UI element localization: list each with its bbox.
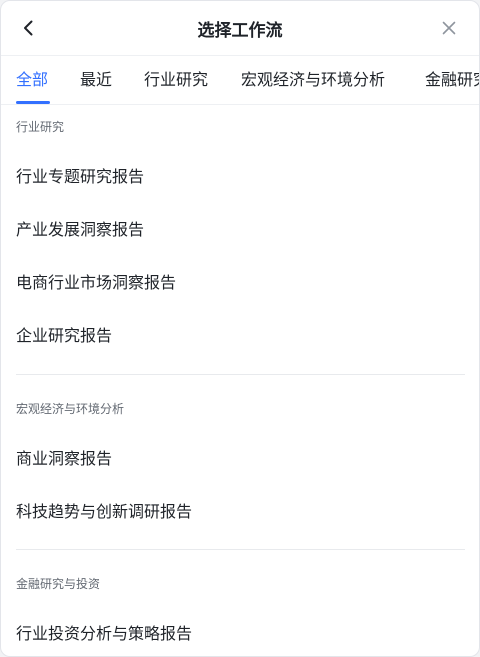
section-industry-research: 行业研究 xyxy=(16,117,465,137)
active-tab-indicator xyxy=(16,101,50,104)
section-divider xyxy=(16,374,465,375)
tab-recent[interactable]: 最近 xyxy=(80,56,112,104)
list-item[interactable]: 行业专题研究报告 xyxy=(16,157,465,197)
section-label: 行业研究 xyxy=(16,120,65,134)
workflow-selector-dialog: 选择工作流 全部 最近 行业研究 宏观经济与环境分析 金融研究 行业研究 行业专… xyxy=(0,0,480,657)
section-macro-economy-items: 商业洞察报告 科技趋势与创新调研报告 xyxy=(16,439,465,539)
list-item[interactable]: 电商行业市场洞察报告 xyxy=(16,263,465,303)
section-finance-investment-items: 行业投资分析与策略报告 xyxy=(16,614,465,656)
dialog-title: 选择工作流 xyxy=(197,21,283,41)
section-label: 金融研究与投资 xyxy=(16,577,101,591)
list-item[interactable]: 商业洞察报告 xyxy=(16,439,465,479)
section-divider xyxy=(16,549,465,550)
close-icon xyxy=(442,21,456,35)
tab-finance-research[interactable]: 金融研究 xyxy=(425,56,479,104)
list-item[interactable]: 企业研究报告 xyxy=(16,316,465,356)
section-finance-investment: 金融研究与投资 xyxy=(16,574,465,594)
close-button[interactable] xyxy=(433,12,465,44)
list-item[interactable]: 行业投资分析与策略报告 xyxy=(16,614,465,654)
category-tabs: 全部 最近 行业研究 宏观经济与环境分析 金融研究 xyxy=(1,56,479,105)
list-item[interactable]: 产业发展洞察报告 xyxy=(16,210,465,250)
tab-industry-research[interactable]: 行业研究 xyxy=(144,56,208,104)
section-industry-research-items: 行业专题研究报告 产业发展洞察报告 电商行业市场洞察报告 企业研究报告 xyxy=(16,157,465,397)
section-label: 宏观经济与环境分析 xyxy=(16,402,125,416)
dialog-header: 选择工作流 xyxy=(1,1,479,56)
list-item[interactable]: 科技趋势与创新调研报告 xyxy=(16,492,465,532)
section-macro-economy: 宏观经济与环境分析 xyxy=(16,399,465,419)
tab-macro-economy[interactable]: 宏观经济与环境分析 xyxy=(241,56,385,104)
tab-all[interactable]: 全部 xyxy=(16,56,48,104)
